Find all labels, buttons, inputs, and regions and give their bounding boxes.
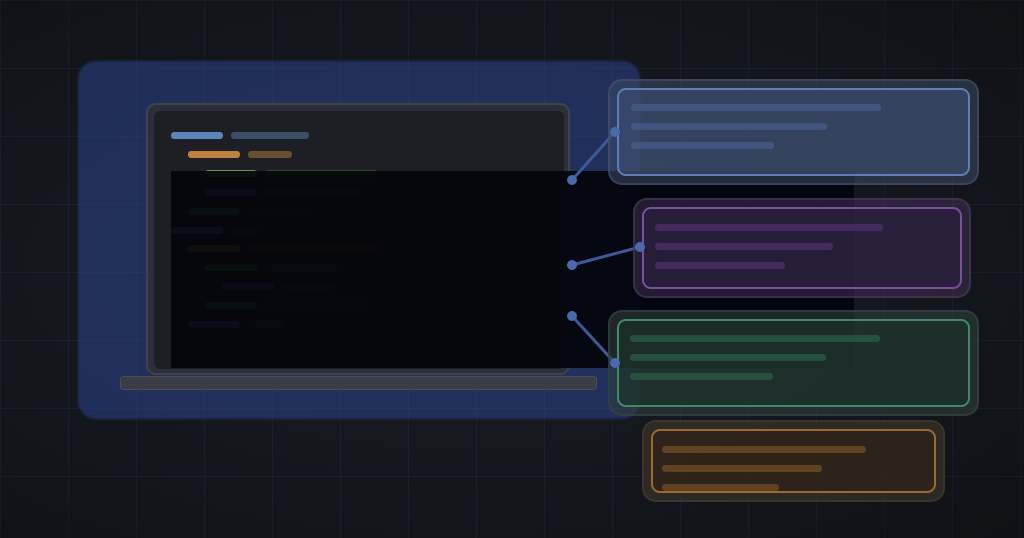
purple-card-line-2	[655, 243, 833, 250]
green-card-line-3	[630, 373, 773, 380]
green-card-line-1	[630, 335, 880, 342]
orange-card-line-3	[662, 484, 779, 491]
purple-card	[633, 198, 971, 298]
green-card	[608, 310, 979, 416]
node-purple-card	[635, 242, 645, 252]
orange-card-line-1	[662, 446, 866, 453]
orange-card	[642, 420, 945, 502]
link-to-purple-card	[570, 245, 642, 267]
blue-card-line-2	[631, 123, 827, 130]
node-source-3	[567, 311, 577, 321]
green-card-line-2	[630, 354, 826, 361]
blue-card-line-1	[631, 104, 881, 111]
purple-card-line-3	[655, 262, 785, 269]
purple-card-line-1	[655, 224, 883, 231]
node-green-card	[610, 358, 620, 368]
node-source-1	[567, 175, 577, 185]
blue-card	[608, 79, 979, 185]
blue-card-line-3	[631, 142, 774, 149]
node-source-2	[567, 260, 577, 270]
orange-card-line-2	[662, 465, 822, 472]
node-blue-card	[610, 127, 620, 137]
